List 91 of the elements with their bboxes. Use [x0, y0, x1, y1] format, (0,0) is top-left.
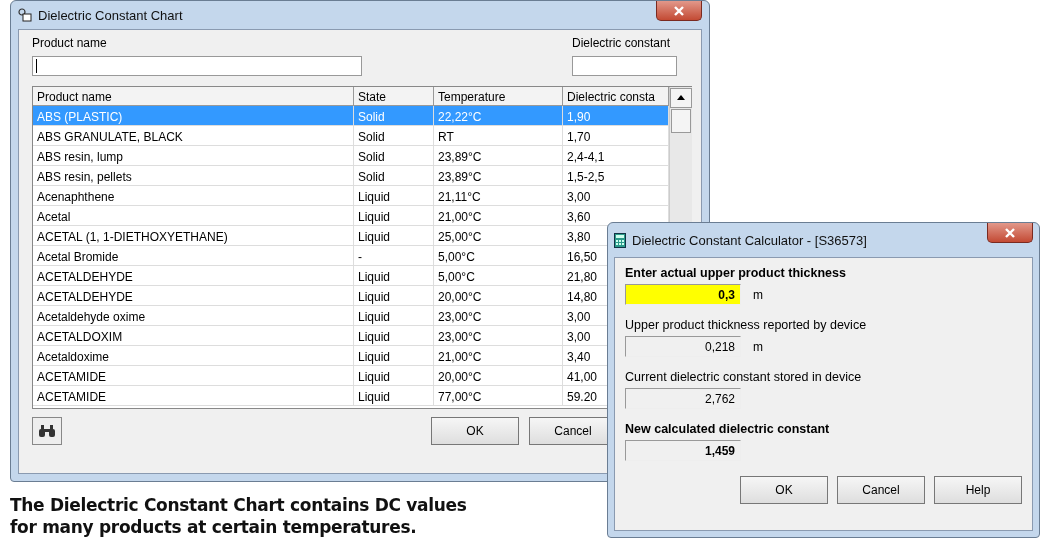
- table-cell[interactable]: Acetal: [37, 210, 71, 224]
- table-cell[interactable]: Liquid: [358, 190, 391, 204]
- field-label: Dielectric constant: [572, 36, 672, 51]
- table-cell[interactable]: ACETAMIDE: [37, 370, 107, 384]
- table-cell[interactable]: 23,89°C: [438, 150, 482, 164]
- column-header[interactable]: Product name: [33, 87, 354, 106]
- table-cell[interactable]: 3,60: [567, 210, 591, 224]
- scroll-up-icon[interactable]: [670, 88, 692, 108]
- field-label: Current dielectric constant stored in device: [625, 370, 863, 384]
- caption-text: The Dielectric Constant Chart contains DC values for many products at certain temperatures.: [10, 494, 468, 538]
- table-cell[interactable]: ACETAMIDE: [37, 390, 107, 404]
- table-cell[interactable]: Acetaldoxime: [37, 350, 110, 364]
- table-cell[interactable]: 25,00°C: [438, 230, 482, 244]
- window-title: Dielectric Constant Calculator - [S36573]: [632, 232, 867, 248]
- table-cell[interactable]: 3,80: [567, 230, 591, 244]
- value-field: 0,218: [625, 336, 741, 357]
- table-cell[interactable]: Liquid: [358, 390, 391, 404]
- table-cell[interactable]: Solid: [358, 130, 385, 144]
- value-field: 2,762: [625, 388, 741, 409]
- table-cell[interactable]: 1,70: [567, 130, 591, 144]
- dielectric-constant-field[interactable]: [572, 56, 677, 76]
- table-cell[interactable]: 3,00: [567, 190, 591, 204]
- table-cell[interactable]: 21,80: [567, 270, 598, 284]
- table-cell[interactable]: Liquid: [358, 290, 391, 304]
- value-field: 1,459: [625, 440, 741, 461]
- close-icon: [672, 5, 686, 16]
- table-cell[interactable]: 20,00°C: [438, 290, 482, 304]
- table-cell[interactable]: 5,00°C: [438, 270, 475, 284]
- field-label: Enter actual upper product thickness: [625, 266, 847, 280]
- table-cell[interactable]: Liquid: [358, 210, 391, 224]
- table-cell[interactable]: Liquid: [358, 230, 391, 244]
- table-cell[interactable]: Liquid: [358, 310, 391, 324]
- table-cell[interactable]: ACETALDEHYDE: [37, 270, 133, 284]
- table-cell[interactable]: ABS resin, lump: [37, 150, 124, 164]
- table-cell[interactable]: 21,00°C: [438, 350, 482, 364]
- table-cell[interactable]: 1,5-2,5: [567, 170, 605, 184]
- table-cell[interactable]: 3,40: [567, 350, 591, 364]
- table-cell[interactable]: 77,00°C: [438, 390, 482, 404]
- table-cell[interactable]: -: [358, 250, 362, 264]
- table-cell[interactable]: Liquid: [358, 370, 391, 384]
- calculator-icon: [614, 232, 626, 248]
- table-cell[interactable]: 21,11°C: [438, 190, 481, 204]
- binoculars-icon: [38, 424, 56, 438]
- table-cell[interactable]: ABS GRANULATE, BLACK: [37, 130, 183, 144]
- dialog-button[interactable]: Help: [934, 476, 1022, 504]
- field-label: New calculated dielectric constant: [625, 422, 831, 436]
- table-cell[interactable]: ABS resin, pellets: [37, 170, 132, 184]
- table-cell[interactable]: 3,00: [567, 330, 591, 344]
- column-header[interactable]: Dielectric consta: [563, 87, 669, 106]
- window-icon: [18, 8, 32, 22]
- unit-label: m: [753, 287, 763, 302]
- close-icon: [1003, 227, 1017, 238]
- dialog-button[interactable]: OK: [740, 476, 828, 504]
- table-cell[interactable]: Acetaldehyde oxime: [37, 310, 146, 324]
- table-cell[interactable]: ACETAL (1, 1-DIETHOXYETHANE): [37, 230, 228, 244]
- table-cell[interactable]: Liquid: [358, 350, 391, 364]
- table-cell[interactable]: ACETALDOXIM: [37, 330, 123, 344]
- table-cell[interactable]: Liquid: [358, 270, 391, 284]
- input-field[interactable]: 0,3: [625, 284, 741, 305]
- table-cell[interactable]: 23,00°C: [438, 330, 482, 344]
- table-cell[interactable]: Acetal Bromide: [37, 250, 119, 264]
- table-cell[interactable]: 21,00°C: [438, 210, 482, 224]
- close-button[interactable]: [656, 1, 702, 21]
- table-cell[interactable]: 23,89°C: [438, 170, 482, 184]
- column-header[interactable]: State: [354, 87, 434, 106]
- table-cell[interactable]: Liquid: [358, 330, 391, 344]
- table-cell[interactable]: 5,00°C: [438, 250, 475, 264]
- dialog-button[interactable]: Cancel: [837, 476, 925, 504]
- dialog-button[interactable]: OK: [431, 417, 519, 445]
- table-cell[interactable]: Solid: [358, 170, 385, 184]
- field-label: Product name: [32, 36, 108, 51]
- table-cell[interactable]: RT: [438, 130, 454, 144]
- table-cell[interactable]: 20,00°C: [438, 370, 482, 384]
- product-name-field[interactable]: [32, 56, 362, 76]
- table-cell[interactable]: 2,4-4,1: [567, 150, 605, 164]
- table-cell[interactable]: 14,80: [567, 290, 598, 304]
- close-button[interactable]: [987, 223, 1033, 243]
- column-header[interactable]: Temperature: [434, 87, 563, 106]
- table-cell[interactable]: 41,00: [567, 370, 598, 384]
- table-cell[interactable]: Solid: [358, 150, 385, 164]
- table-cell[interactable]: 59.20: [567, 390, 598, 404]
- scroll-thumb[interactable]: [671, 109, 691, 133]
- unit-label: m: [753, 339, 763, 354]
- field-label: Upper product thickness reported by device: [625, 318, 868, 332]
- table-cell[interactable]: 16,50: [567, 250, 598, 264]
- find-button[interactable]: [32, 417, 62, 445]
- table-cell[interactable]: Acenaphthene: [37, 190, 115, 204]
- table-cell[interactable]: 3,00: [567, 310, 591, 324]
- table-cell[interactable]: ACETALDEHYDE: [37, 290, 133, 304]
- table-cell[interactable]: 23,00°C: [438, 310, 482, 324]
- window-title: Dielectric Constant Chart: [38, 7, 183, 23]
